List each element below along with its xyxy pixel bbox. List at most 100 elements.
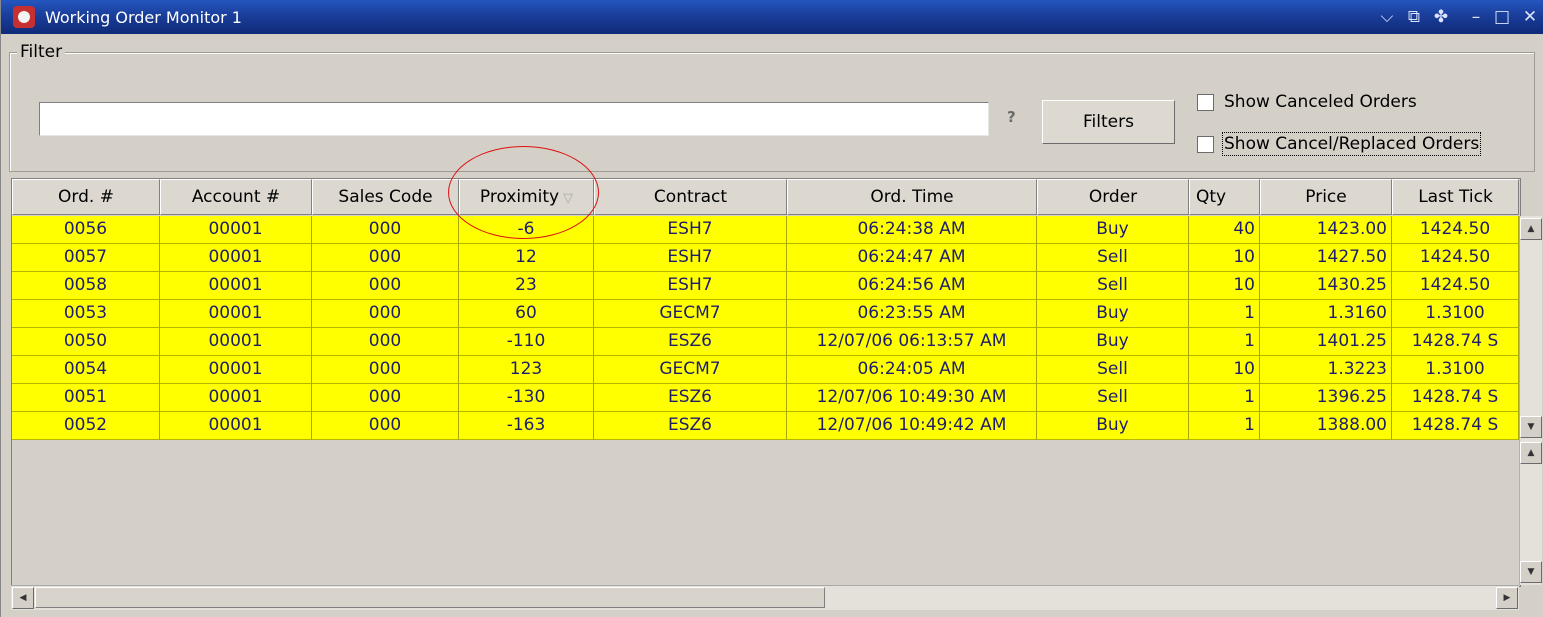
cell-last-tick: 1424.50	[1392, 244, 1519, 272]
cell-price: 1427.50	[1260, 244, 1392, 272]
cell-contract: GECM7	[594, 300, 787, 328]
table-body: 0056 00001 000 -6 ESH7 06:24:38 AM Buy 4…	[12, 216, 1519, 440]
cell-proximity: -6	[459, 216, 594, 244]
cell-qty: 40	[1189, 216, 1260, 244]
cell-proximity: 23	[459, 272, 594, 300]
cell-ord-time: 06:24:56 AM	[787, 272, 1037, 300]
cell-last-tick: 1.3100	[1392, 356, 1519, 384]
cell-ord-no: 0056	[12, 216, 160, 244]
table-row[interactable]: 0056 00001 000 -6 ESH7 06:24:38 AM Buy 4…	[12, 216, 1519, 244]
cell-qty: 1	[1189, 384, 1260, 412]
cell-ord-no: 0050	[12, 328, 160, 356]
column-header-ord-time[interactable]: Ord. Time	[787, 179, 1037, 215]
filter-input[interactable]	[39, 102, 989, 136]
cell-ord-no: 0057	[12, 244, 160, 272]
cell-ord-time: 12/07/06 10:49:30 AM	[787, 384, 1037, 412]
cell-ord-time: 06:24:47 AM	[787, 244, 1037, 272]
cell-last-tick: 1428.74 S	[1392, 412, 1519, 440]
sort-descending-icon: ▽	[563, 191, 574, 206]
cell-ord-time: 06:23:55 AM	[787, 300, 1037, 328]
app-logo-icon	[13, 6, 35, 28]
table-row[interactable]: 0057 00001 000 12 ESH7 06:24:47 AM Sell …	[12, 244, 1519, 272]
maximize-icon[interactable]: □	[1492, 5, 1512, 29]
table-row[interactable]: 0058 00001 000 23 ESH7 06:24:56 AM Sell …	[12, 272, 1519, 300]
cell-price: 1423.00	[1260, 216, 1392, 244]
cell-ord-time: 12/07/06 10:49:42 AM	[787, 412, 1037, 440]
show-cancel-replaced-orders-checkbox[interactable]	[1197, 135, 1214, 153]
column-header-order[interactable]: Order	[1037, 179, 1189, 215]
cell-account-no: 00001	[160, 412, 312, 440]
scroll-up-arrow-icon[interactable]: ▲	[1520, 218, 1542, 240]
show-cancel-replaced-orders-option[interactable]: Show Cancel/Replaced Orders	[1197, 132, 1482, 156]
column-header-proximity[interactable]: Proximity ▽	[459, 179, 594, 215]
table-row[interactable]: 0050 00001 000 -110 ESZ6 12/07/06 06:13:…	[12, 328, 1519, 356]
cell-qty: 1	[1189, 328, 1260, 356]
rows-vertical-scrollbar[interactable]: ▲ ▼	[1519, 216, 1542, 440]
column-header-contract[interactable]: Contract	[594, 179, 787, 215]
minimize-icon[interactable]: –	[1466, 5, 1486, 29]
column-header-account-no[interactable]: Account #	[160, 179, 312, 215]
cell-sales-code: 000	[312, 216, 459, 244]
cell-proximity: -163	[459, 412, 594, 440]
cell-contract: ESZ6	[594, 412, 787, 440]
cell-last-tick: 1424.50	[1392, 272, 1519, 300]
window: Working Order Monitor 1 ⌵ ⧉ ✤ – □ ✕ Filt…	[0, 0, 1543, 617]
cell-ord-no: 0058	[12, 272, 160, 300]
scroll-up-arrow-icon[interactable]: ▲	[1520, 442, 1542, 464]
cell-sales-code: 000	[312, 244, 459, 272]
table-row[interactable]: 0052 00001 000 -163 ESZ6 12/07/06 10:49:…	[12, 412, 1519, 440]
scroll-left-arrow-icon[interactable]: ◀	[12, 587, 34, 609]
cell-sales-code: 000	[312, 272, 459, 300]
cell-order: Buy	[1037, 328, 1189, 356]
orders-table: Ord. # Account # Sales Code Proximity ▽ C…	[11, 178, 1521, 587]
horizontal-scrollbar[interactable]: ◀ ▶	[11, 585, 1519, 610]
scroll-down-arrow-icon[interactable]: ▼	[1520, 561, 1542, 583]
horizontal-scroll-thumb[interactable]	[35, 587, 825, 608]
column-header-qty[interactable]: Qty	[1189, 179, 1260, 215]
filters-button[interactable]: Filters	[1042, 100, 1175, 144]
scroll-down-arrow-icon[interactable]: ▼	[1520, 416, 1542, 438]
lower-vertical-scrollbar[interactable]: ▲ ▼	[1519, 440, 1542, 585]
cell-proximity: 60	[459, 300, 594, 328]
title-bar[interactable]: Working Order Monitor 1 ⌵ ⧉ ✤ – □ ✕	[1, 0, 1543, 34]
table-row[interactable]: 0053 00001 000 60 GECM7 06:23:55 AM Buy …	[12, 300, 1519, 328]
cell-account-no: 00001	[160, 244, 312, 272]
cell-account-no: 00001	[160, 216, 312, 244]
table-row[interactable]: 0051 00001 000 -130 ESZ6 12/07/06 10:49:…	[12, 384, 1519, 412]
tile-windows-icon[interactable]: ⧉	[1404, 5, 1424, 29]
filter-legend: Filter	[17, 42, 66, 62]
column-header-price[interactable]: Price	[1260, 179, 1392, 215]
cell-account-no: 00001	[160, 384, 312, 412]
cell-ord-no: 0051	[12, 384, 160, 412]
help-icon[interactable]: ?	[1007, 108, 1016, 126]
cell-qty: 10	[1189, 244, 1260, 272]
cell-sales-code: 000	[312, 356, 459, 384]
cell-proximity: 123	[459, 356, 594, 384]
cell-sales-code: 000	[312, 384, 459, 412]
move-icon[interactable]: ✤	[1431, 5, 1451, 29]
cell-qty: 1	[1189, 300, 1260, 328]
table-row[interactable]: 0054 00001 000 123 GECM7 06:24:05 AM Sel…	[12, 356, 1519, 384]
column-header-sales-code[interactable]: Sales Code	[312, 179, 459, 215]
cell-ord-time: 12/07/06 06:13:57 AM	[787, 328, 1037, 356]
cell-price: 1388.00	[1260, 412, 1392, 440]
column-header-ord-no[interactable]: Ord. #	[12, 179, 160, 215]
collapse-icon[interactable]: ⌵	[1377, 5, 1397, 29]
cell-sales-code: 000	[312, 328, 459, 356]
cell-price: 1.3223	[1260, 356, 1392, 384]
cell-contract: ESZ6	[594, 384, 787, 412]
cell-last-tick: 1424.50	[1392, 216, 1519, 244]
show-canceled-orders-checkbox[interactable]	[1197, 93, 1214, 111]
cell-price: 1.3160	[1260, 300, 1392, 328]
cell-price: 1430.25	[1260, 272, 1392, 300]
cell-last-tick: 1428.74 S	[1392, 328, 1519, 356]
cell-order: Buy	[1037, 412, 1189, 440]
show-canceled-orders-option[interactable]: Show Canceled Orders	[1197, 92, 1417, 112]
scroll-right-arrow-icon[interactable]: ▶	[1496, 587, 1518, 609]
column-header-last-tick[interactable]: Last Tick	[1392, 179, 1519, 215]
cell-contract: GECM7	[594, 356, 787, 384]
cell-order: Sell	[1037, 384, 1189, 412]
cell-proximity: -110	[459, 328, 594, 356]
close-icon[interactable]: ✕	[1520, 5, 1540, 29]
cell-qty: 1	[1189, 412, 1260, 440]
